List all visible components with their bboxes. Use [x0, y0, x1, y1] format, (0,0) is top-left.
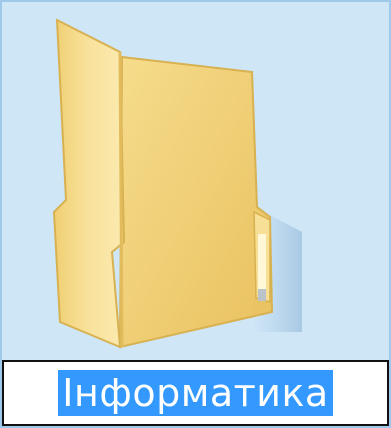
folder-front-flap	[52, 18, 126, 349]
folder-tab-highlight	[258, 234, 266, 289]
folder-tile[interactable]: Інформатика	[0, 0, 391, 428]
folder-crease	[118, 51, 124, 348]
folder-icon[interactable]	[2, 2, 389, 360]
folder-back-panel	[118, 55, 274, 349]
folder-tab-shade	[258, 289, 266, 301]
folder-name-text[interactable]: Інформатика	[58, 370, 333, 416]
folder-name-edit-field[interactable]: Інформатика	[2, 360, 389, 426]
